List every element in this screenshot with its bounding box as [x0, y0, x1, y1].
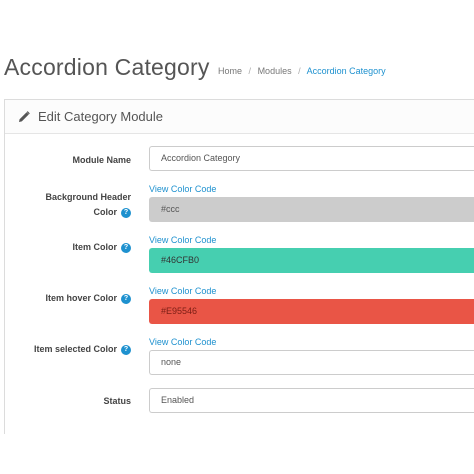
status-select[interactable]: Enabled [149, 388, 474, 413]
edit-module-panel: Edit Category Module Module Name Accordi… [4, 99, 474, 434]
page-title: Accordion Category [4, 54, 210, 80]
form-row-item-hover-color: Item hover Color? View Color Code #E9554… [5, 286, 474, 328]
help-icon[interactable]: ? [121, 344, 131, 355]
help-icon[interactable]: ? [121, 207, 131, 218]
view-color-code-link[interactable]: View Color Code [149, 286, 216, 296]
module-name-input[interactable]: Accordion Category [149, 146, 474, 171]
breadcrumb: Home / Modules / Accordion Category [218, 66, 386, 76]
help-icon[interactable]: ? [121, 242, 131, 253]
breadcrumb-home[interactable]: Home [218, 66, 242, 76]
item-color-input[interactable]: #46CFB0 [149, 248, 474, 273]
item-selected-color-label: Item selected Color? [34, 342, 131, 357]
form-row-module-name: Module Name Accordion Category [5, 146, 474, 176]
item-hover-color-label: Item hover Color? [45, 291, 131, 306]
item-color-label: Item Color? [72, 240, 131, 255]
background-header-color-input[interactable]: #ccc [149, 197, 474, 222]
view-color-code-link[interactable]: View Color Code [149, 184, 216, 194]
pencil-icon [19, 111, 30, 122]
form-row-status: Status Enabled [5, 388, 474, 416]
status-label: Status [103, 396, 131, 406]
breadcrumb-modules[interactable]: Modules [258, 66, 292, 76]
page-header: Accordion Category Home / Modules / Acco… [0, 48, 474, 88]
panel-heading: Edit Category Module [5, 100, 474, 134]
form-row-background-header-color: Background Header Color? View Color Code… [5, 184, 474, 226]
help-icon[interactable]: ? [121, 293, 131, 304]
module-name-label: Module Name [72, 155, 131, 165]
form-row-item-color: Item Color? View Color Code #46CFB0 [5, 235, 474, 277]
item-hover-color-input[interactable]: #E95546 [149, 299, 474, 324]
panel-title: Edit Category Module [38, 109, 164, 124]
item-selected-color-input[interactable]: none [149, 350, 474, 375]
form-row-item-selected-color: Item selected Color? View Color Code non… [5, 337, 474, 379]
breadcrumb-accordion-category[interactable]: Accordion Category [307, 66, 386, 76]
background-header-color-label: Background Header Color? [45, 192, 131, 218]
view-color-code-link[interactable]: View Color Code [149, 337, 216, 347]
view-color-code-link[interactable]: View Color Code [149, 235, 216, 245]
